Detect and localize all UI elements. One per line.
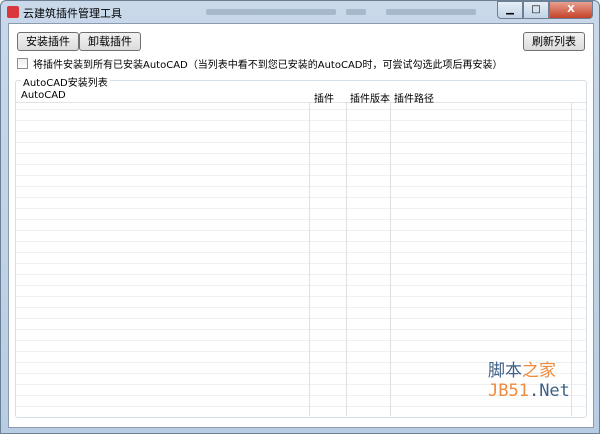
column-header-plugin[interactable]: 插件 — [314, 90, 334, 105]
minimize-button[interactable]: ▁ — [497, 1, 523, 19]
install-all-checkbox[interactable] — [17, 58, 28, 69]
background-blur — [206, 9, 336, 15]
group-title: AutoCAD安装列表 — [21, 74, 110, 89]
refresh-list-button[interactable]: 刷新列表 — [523, 32, 585, 51]
close-button[interactable]: X — [549, 1, 593, 19]
column-header-plugin-path[interactable]: 插件路径 — [394, 90, 434, 105]
window-title: 云建筑插件管理工具 — [23, 7, 122, 20]
install-all-label: 将插件安装到所有已安装AutoCAD（当列表中看不到您已安装的AutoCAD时，… — [33, 60, 503, 71]
install-plugin-button[interactable]: 安装插件 — [17, 32, 79, 51]
column-header-plugin-version[interactable]: 插件版本 — [350, 90, 390, 105]
app-icon — [7, 6, 19, 18]
maximize-button[interactable]: □ — [523, 1, 549, 19]
background-blur — [346, 9, 366, 15]
uninstall-plugin-button[interactable]: 卸载插件 — [79, 32, 141, 51]
title-bar[interactable]: 云建筑插件管理工具 ▁ □ X — [1, 1, 599, 23]
table-header: AutoCAD 插件 插件版本 插件路径 — [16, 88, 586, 105]
watermark: 脚本之家 JB51.Net — [488, 361, 570, 401]
column-header-autocad[interactable]: AutoCAD — [21, 90, 66, 101]
background-blur — [386, 9, 476, 15]
